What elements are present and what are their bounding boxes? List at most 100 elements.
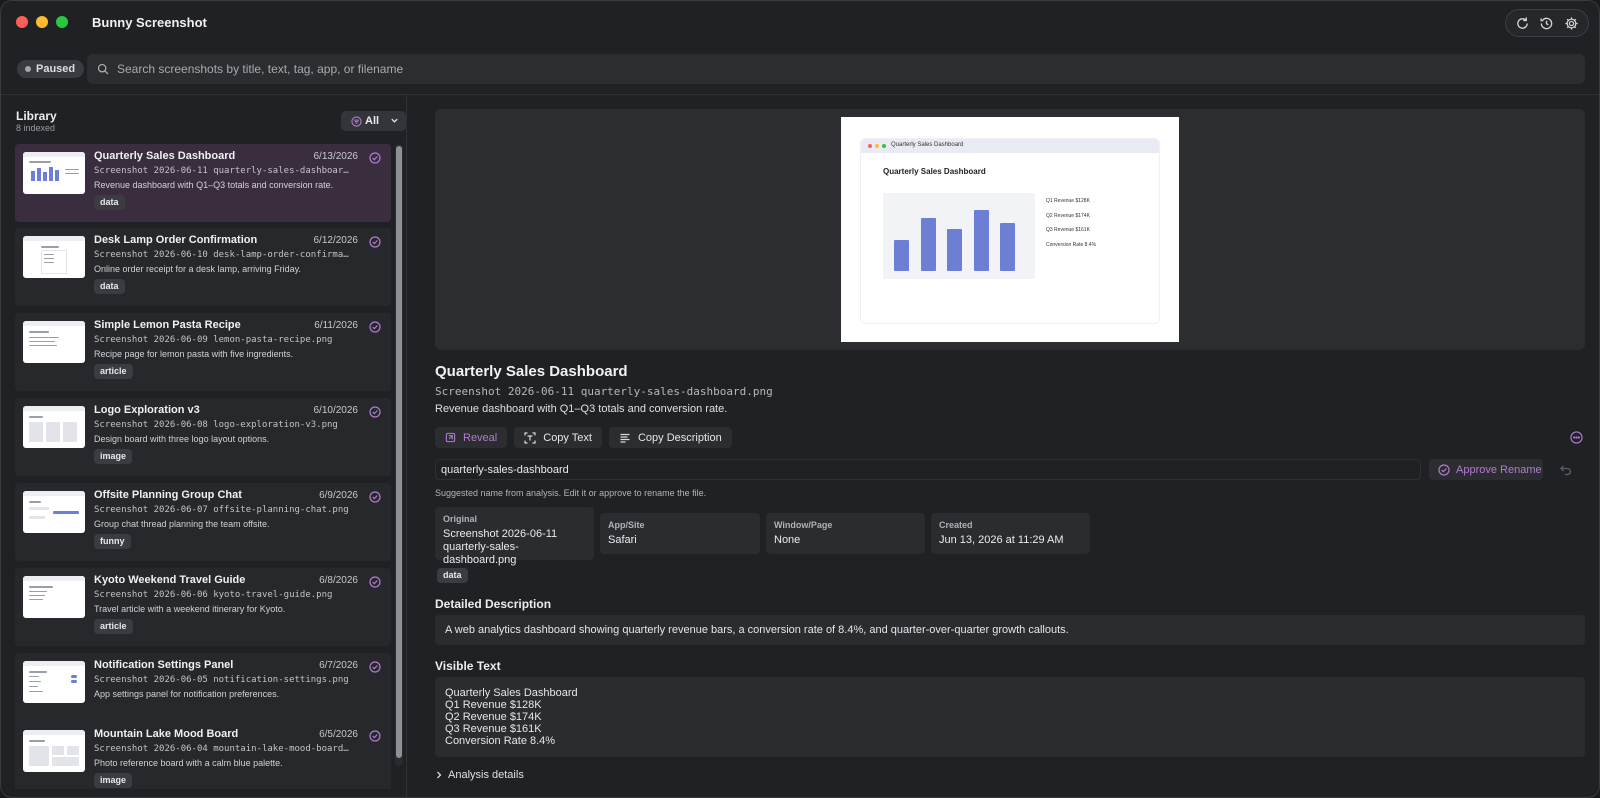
search-bar[interactable]	[87, 54, 1585, 84]
copy-text-button[interactable]: Copy Text	[514, 427, 602, 448]
history-button[interactable]	[1536, 12, 1558, 34]
list-item[interactable]: Simple Lemon Pasta Recipe 6/11/2026 Scre…	[15, 313, 391, 391]
preview-kv-line: Q3 Revenue $161K	[1046, 227, 1090, 233]
meta-value: quarterly-sales-dashboard.png	[443, 541, 519, 566]
thumbnail	[23, 321, 85, 363]
list-item[interactable]: Kyoto Weekend Travel Guide 6/8/2026 Scre…	[15, 568, 391, 646]
analysis-details-label: Analysis details	[448, 769, 524, 781]
reveal-button[interactable]: Reveal	[435, 427, 508, 448]
check-circle-icon	[369, 730, 381, 742]
toolbar-group	[1505, 9, 1589, 37]
list-item-title: Notification Settings Panel	[94, 659, 234, 671]
list-item-date: 6/5/2026	[319, 729, 358, 740]
list-item-filename: Screenshot 2026-06-04 mountain-lake-mood…	[94, 744, 354, 754]
rename-field[interactable]	[435, 459, 1421, 480]
tag-badge[interactable]: article	[94, 364, 133, 379]
approve-rename-label: Approve Rename	[1456, 463, 1542, 476]
minimize-window-button[interactable]	[36, 16, 48, 28]
tag-badge[interactable]: image	[94, 773, 133, 788]
list-item-date: 6/10/2026	[313, 405, 359, 416]
list-item[interactable]: Mountain Lake Mood Board 6/5/2026 Screen…	[15, 722, 391, 789]
visible-text-line: Q1 Revenue $128K	[445, 699, 542, 711]
refresh-button[interactable]	[1511, 12, 1533, 34]
thumbnail	[23, 730, 85, 772]
status-dot	[25, 66, 31, 72]
tag-badge[interactable]: article	[94, 619, 133, 634]
detail-tag-badge[interactable]: data	[437, 568, 468, 583]
text-lines-icon	[620, 433, 630, 443]
check-circle-icon	[369, 406, 381, 418]
screenshot-list: Quarterly Sales Dashboard 6/13/2026 Scre…	[15, 144, 391, 789]
thumbnail	[23, 576, 85, 618]
capture-status-badge[interactable]: Paused	[17, 60, 85, 78]
visible-text-line: Q2 Revenue $174K	[445, 711, 542, 723]
analysis-details-toggle[interactable]: Analysis details	[435, 769, 524, 781]
rename-hint: Suggested name from analysis. Edit it or…	[435, 488, 707, 498]
thumbnail	[23, 152, 85, 194]
search-input[interactable]	[117, 62, 1517, 76]
list-item-description: Group chat thread planning the team offs…	[94, 519, 270, 529]
check-circle-icon	[369, 576, 381, 588]
settings-button[interactable]	[1561, 12, 1583, 34]
library-count: 8 indexed	[16, 123, 56, 133]
app-title: Bunny Screenshot	[92, 14, 207, 30]
gear-icon	[1565, 16, 1578, 30]
detailed-description-text: A web analytics dashboard showing quarte…	[435, 615, 1585, 645]
list-item-filename: Screenshot 2026-06-09 lemon-pasta-recipe…	[94, 335, 333, 345]
meta-value: Screenshot 2026-06-11	[443, 528, 558, 540]
refresh-icon	[1517, 16, 1528, 29]
detail-actions: Reveal Copy Text Copy Description	[435, 427, 732, 448]
preview-bar-chart	[883, 193, 1035, 279]
close-window-button[interactable]	[16, 16, 28, 28]
list-item[interactable]: Notification Settings Panel 6/7/2026 Scr…	[15, 653, 391, 731]
visible-text-line: Q3 Revenue $161K	[445, 723, 542, 735]
undo-icon[interactable]	[1559, 463, 1573, 477]
meta-original: Original Screenshot 2026-06-11 quarterly…	[435, 507, 594, 566]
tag-badge[interactable]: funny	[94, 534, 131, 549]
list-item[interactable]: Desk Lamp Order Confirmation 6/12/2026 S…	[15, 228, 391, 306]
approve-rename-button[interactable]: Approve Rename	[1429, 459, 1543, 480]
list-item-filename: Screenshot 2026-06-05 notification-setti…	[94, 675, 349, 685]
screenshot-preview[interactable]: Quarterly Sales Dashboard Quarterly Sale…	[435, 109, 1585, 350]
check-circle-icon	[369, 321, 381, 333]
list-scrollbar[interactable]	[395, 144, 403, 766]
visible-text-line: Quarterly Sales Dashboard	[445, 687, 578, 699]
visible-text-heading: Visible Text	[435, 659, 501, 673]
zoom-window-button[interactable]	[56, 16, 68, 28]
preview-kv-line: Conversion Rate 8.4%	[1046, 242, 1097, 248]
rename-input[interactable]	[441, 463, 1411, 476]
tag-badge[interactable]: image	[94, 449, 133, 464]
chevron-down-icon	[391, 118, 398, 123]
list-item-description: Travel article with a weekend itinerary …	[94, 604, 286, 614]
more-options-icon[interactable]	[1570, 431, 1583, 444]
list-item-date: 6/13/2026	[313, 151, 359, 162]
list-item[interactable]: Quarterly Sales Dashboard 6/13/2026 Scre…	[15, 144, 391, 222]
meta-value: Safari	[608, 534, 637, 546]
status-label: Paused	[36, 63, 76, 75]
thumbnail	[23, 661, 85, 703]
list-item[interactable]: Logo Exploration v3 6/10/2026 Screenshot…	[15, 398, 391, 476]
detail-filename: Screenshot 2026-06-11 quarterly-sales-da…	[435, 385, 773, 398]
list-item-title: Offsite Planning Group Chat	[94, 489, 242, 501]
list-item-title: Mountain Lake Mood Board	[94, 728, 239, 740]
copy-text-label: Copy Text	[543, 431, 592, 444]
list-item[interactable]: Offsite Planning Group Chat 6/9/2026 Scr…	[15, 483, 391, 561]
meta-label: Original	[443, 514, 478, 524]
preview-image: Quarterly Sales Dashboard Quarterly Sale…	[841, 117, 1179, 342]
list-item-date: 6/11/2026	[314, 320, 358, 331]
tag-badge[interactable]: data	[94, 195, 125, 210]
filter-dropdown[interactable]: All	[341, 111, 406, 131]
detail-summary: Revenue dashboard with Q1–Q3 totals and …	[435, 403, 728, 415]
tag-badge[interactable]: data	[94, 279, 125, 294]
copy-description-button[interactable]: Copy Description	[608, 427, 732, 448]
list-item-description: Revenue dashboard with Q1–Q3 totals and …	[94, 180, 334, 190]
list-item-title: Kyoto Weekend Travel Guide	[94, 574, 246, 586]
thumbnail	[23, 491, 85, 533]
scrollbar-thumb[interactable]	[396, 146, 402, 758]
app-window: Bunny Screenshot Paused Library 8 indexe…	[0, 0, 1600, 798]
title-bar: Bunny Screenshot	[1, 1, 1599, 43]
library-title: Library	[16, 109, 57, 123]
detail-title: Quarterly Sales Dashboard	[435, 363, 628, 380]
thumbnail	[23, 406, 85, 448]
meta-window-page: Window/Page None	[766, 513, 925, 554]
